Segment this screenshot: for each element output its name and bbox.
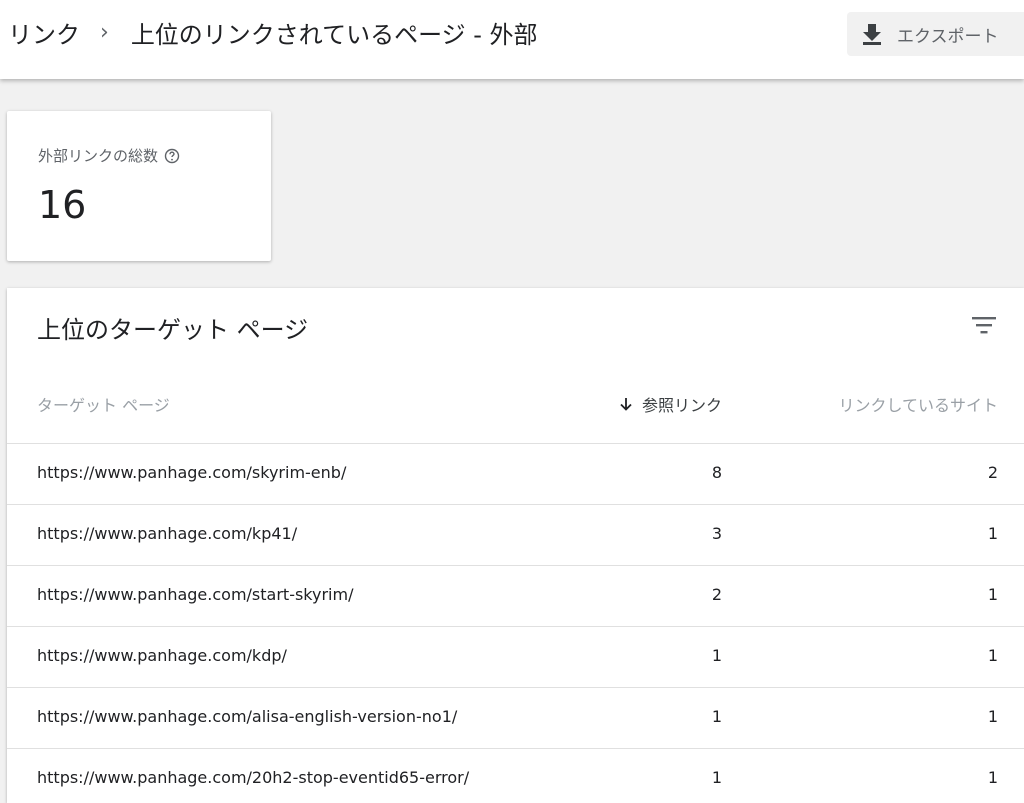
page-title: 上位のリンクされているページ - 外部 — [130, 20, 538, 49]
filter-icon[interactable] — [971, 314, 997, 336]
total-links-label: 外部リンクの総数 — [38, 145, 180, 166]
target-page-url: https://www.panhage.com/kdp/ — [37, 646, 287, 665]
linking-sites-count: 2 — [987, 463, 998, 482]
referring-links-count: 1 — [711, 646, 722, 665]
table-row[interactable]: https://www.panhage.com/start-skyrim/ 2 … — [7, 566, 1024, 627]
table-row[interactable]: https://www.panhage.com/kp41/ 3 1 — [7, 505, 1024, 566]
total-external-links-card: 外部リンクの総数 16 — [7, 111, 271, 261]
breadcrumb: リンク › 上位のリンクされているページ - 外部 — [8, 14, 538, 50]
table-header: ターゲット ページ 参照リンク リンクしているサイト — [7, 382, 1024, 444]
help-icon[interactable] — [164, 148, 180, 164]
target-page-url: https://www.panhage.com/skyrim-enb/ — [37, 463, 347, 482]
column-header-linking-sites[interactable]: リンクしているサイト — [838, 392, 998, 416]
export-button[interactable]: エクスポート — [847, 12, 1024, 56]
referring-links-count: 2 — [711, 585, 722, 604]
target-page-url: https://www.panhage.com/20h2-stop-eventi… — [37, 768, 470, 787]
table-row[interactable]: https://www.panhage.com/alisa-english-ve… — [7, 688, 1024, 749]
target-page-url: https://www.panhage.com/kp41/ — [37, 524, 298, 543]
table-row[interactable]: https://www.panhage.com/kdp/ 1 1 — [7, 627, 1024, 688]
column-header-referring-links[interactable]: 参照リンク — [618, 392, 722, 416]
linking-sites-count: 1 — [987, 768, 998, 787]
linking-sites-count: 1 — [987, 585, 998, 604]
referring-links-count: 1 — [711, 768, 722, 787]
total-links-label-text: 外部リンクの総数 — [38, 147, 159, 165]
linking-sites-count: 1 — [987, 524, 998, 543]
referring-links-count: 3 — [711, 524, 722, 543]
table-row[interactable]: https://www.panhage.com/skyrim-enb/ 8 2 — [7, 444, 1024, 505]
top-target-pages-card: 上位のターゲット ページ ターゲット ページ 参照リンク リンクしているサイト … — [7, 288, 1024, 803]
card-title: 上位のターゲット ページ — [37, 316, 309, 344]
table-row[interactable]: https://www.panhage.com/20h2-stop-eventi… — [7, 749, 1024, 803]
referring-links-label: 参照リンク — [641, 396, 722, 415]
total-links-value: 16 — [38, 183, 87, 227]
download-icon — [863, 24, 881, 45]
table-body: https://www.panhage.com/skyrim-enb/ 8 2 … — [7, 444, 1024, 803]
export-label: エクスポート — [897, 26, 999, 47]
arrow-down-icon — [620, 398, 632, 411]
referring-links-count: 8 — [711, 463, 722, 482]
breadcrumb-separator: › — [100, 19, 109, 45]
target-page-url: https://www.panhage.com/start-skyrim/ — [37, 585, 354, 604]
page-header: リンク › 上位のリンクされているページ - 外部 エクスポート — [0, 0, 1024, 79]
breadcrumb-links[interactable]: リンク — [8, 15, 80, 50]
column-header-target-page[interactable]: ターゲット ページ — [37, 392, 170, 416]
linking-sites-count: 1 — [987, 707, 998, 726]
target-page-url: https://www.panhage.com/alisa-english-ve… — [37, 707, 458, 726]
referring-links-count: 1 — [711, 707, 722, 726]
linking-sites-count: 1 — [987, 646, 998, 665]
